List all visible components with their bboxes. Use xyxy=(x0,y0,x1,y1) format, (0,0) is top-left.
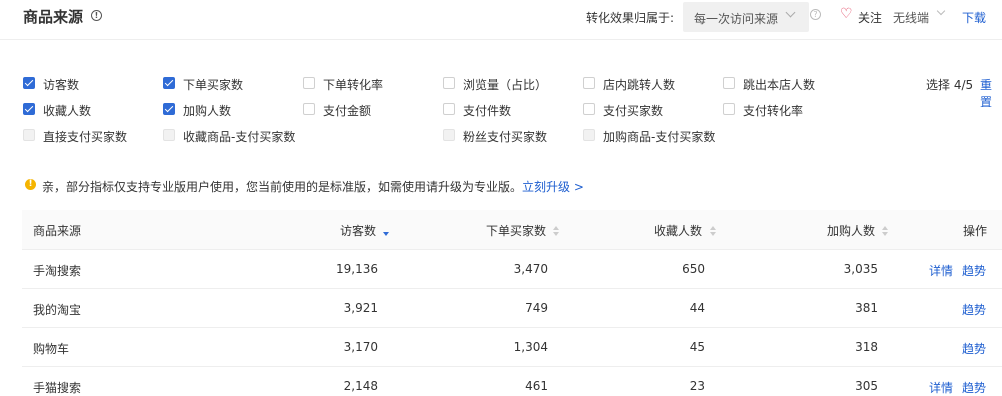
checkbox-icon[interactable] xyxy=(443,77,455,89)
trend-link[interactable]: 趋势 xyxy=(962,262,986,279)
metric-label: 加购人数 xyxy=(183,104,232,118)
checkbox-icon[interactable] xyxy=(583,103,595,115)
cell-order-buyers: 461 xyxy=(525,379,548,393)
sort-icon[interactable] xyxy=(710,226,716,236)
metric-label: 下单买家数 xyxy=(183,78,244,92)
cell-cart-adds: 318 xyxy=(855,340,878,354)
table-row: 我的淘宝 3,921 749 44 381 趋势 xyxy=(22,289,1002,328)
upgrade-link[interactable]: 立刻升级 > xyxy=(522,180,584,194)
trend-link[interactable]: 趋势 xyxy=(962,301,986,318)
details-link[interactable]: 详情 xyxy=(929,379,953,396)
cell-visitors: 3,921 xyxy=(343,301,378,315)
table-header: 商品来源 访客数 下单买家数 收藏人数 加购人数 操作 xyxy=(22,210,1002,250)
checkbox-icon[interactable] xyxy=(303,103,315,115)
table-row: 手淘搜索 19,136 3,470 650 3,035 详情 趋势 xyxy=(22,250,1002,289)
checkbox-icon[interactable] xyxy=(163,103,175,115)
checkbox-icon xyxy=(443,129,455,141)
info-icon[interactable]: ! xyxy=(91,10,102,21)
warning-icon: ! xyxy=(25,179,36,190)
cell-visitors: 19,136 xyxy=(336,262,378,276)
chevron-down-icon xyxy=(936,6,946,16)
metric-label: 加购商品-支付买家数 xyxy=(603,130,716,144)
checkbox-icon[interactable] xyxy=(723,77,735,89)
metric-label: 支付转化率 xyxy=(743,104,804,118)
trend-link[interactable]: 趋势 xyxy=(962,379,986,396)
column-header-source: 商品来源 xyxy=(33,224,82,238)
cell-favorites: 650 xyxy=(682,262,705,276)
cell-visitors: 3,170 xyxy=(343,340,378,354)
cell-favorites: 44 xyxy=(689,301,705,315)
cell-source: 手猫搜索 xyxy=(33,381,82,395)
checkbox-icon[interactable] xyxy=(163,77,175,89)
details-link[interactable]: 详情 xyxy=(929,262,953,279)
checkbox-icon[interactable] xyxy=(23,77,35,89)
notice-text: 亲，部分指标仅支持专业版用户使用，您当前使用的是标准版，如需使用请升级为专业版。 xyxy=(42,180,523,194)
attribution-select[interactable]: 每一次访问来源 xyxy=(683,2,809,32)
follow-button[interactable]: 关注 xyxy=(858,9,882,26)
checkbox-icon[interactable] xyxy=(23,103,35,115)
cell-order-buyers: 1,304 xyxy=(513,340,548,354)
checkbox-icon xyxy=(583,129,595,141)
metric-label: 收藏商品-支付买家数 xyxy=(183,130,296,144)
metric-label: 收藏人数 xyxy=(43,104,92,118)
page-title: 商品来源 xyxy=(23,8,84,26)
column-header-order-buyers[interactable]: 下单买家数 xyxy=(486,222,546,239)
checkbox-icon[interactable] xyxy=(443,103,455,115)
column-header-visitors[interactable]: 访客数 xyxy=(340,222,376,239)
sort-icon[interactable] xyxy=(553,226,559,236)
metric-label: 支付金额 xyxy=(323,104,372,118)
table-row: 购物车 3,170 1,304 45 318 趋势 xyxy=(22,328,1002,367)
sort-icon[interactable] xyxy=(882,226,888,236)
metric-label: 支付买家数 xyxy=(603,104,664,118)
column-header-cart-adds[interactable]: 加购人数 xyxy=(827,222,875,239)
cell-order-buyers: 3,470 xyxy=(513,262,548,276)
upgrade-notice: 亲，部分指标仅支持专业版用户使用，您当前使用的是标准版，如需使用请升级为专业版。… xyxy=(42,178,584,195)
attribution-label: 转化效果归属于: xyxy=(586,11,675,25)
metric-label: 跳出本店人数 xyxy=(743,78,816,92)
chevron-down-icon xyxy=(785,7,796,18)
cell-order-buyers: 749 xyxy=(525,301,548,315)
cell-source: 我的淘宝 xyxy=(33,303,82,317)
checkbox-icon xyxy=(163,129,175,141)
cell-cart-adds: 3,035 xyxy=(843,262,878,276)
cell-visitors: 2,148 xyxy=(343,379,378,393)
sort-desc-icon[interactable] xyxy=(383,226,389,236)
help-icon[interactable]: ? xyxy=(810,9,821,20)
download-button[interactable]: 下载 xyxy=(962,9,986,26)
heart-icon[interactable]: ♡ xyxy=(840,6,853,22)
metric-label: 店内跳转人数 xyxy=(603,78,676,92)
table-row: 手猫搜索 2,148 461 23 305 详情 趋势 xyxy=(22,367,1002,396)
checkbox-icon[interactable] xyxy=(723,103,735,115)
column-header-actions: 操作 xyxy=(963,224,988,238)
metric-label: 直接支付买家数 xyxy=(43,130,128,144)
cell-cart-adds: 381 xyxy=(855,301,878,315)
reset-button[interactable]: 重置 xyxy=(980,76,1002,110)
cell-source: 购物车 xyxy=(33,342,70,356)
selection-count: 选择 4/5 xyxy=(926,78,974,92)
page-header: 商品来源 ! 转化效果归属于: 每一次访问来源 ? ♡ 关注 无线端 下载 xyxy=(0,0,1002,40)
checkbox-icon[interactable] xyxy=(583,77,595,89)
metric-label: 访客数 xyxy=(43,78,80,92)
trend-link[interactable]: 趋势 xyxy=(962,340,986,357)
column-header-favorites[interactable]: 收藏人数 xyxy=(654,222,702,239)
metric-label: 下单转化率 xyxy=(323,78,384,92)
metric-label: 粉丝支付买家数 xyxy=(463,130,548,144)
checkbox-icon[interactable] xyxy=(303,77,315,89)
cell-cart-adds: 305 xyxy=(855,379,878,393)
metric-label: 浏览量（占比） xyxy=(463,78,548,92)
checkbox-icon xyxy=(23,129,35,141)
cell-favorites: 23 xyxy=(689,379,705,393)
attribution-select-value: 每一次访问来源 xyxy=(694,12,779,26)
cell-source: 手淘搜索 xyxy=(33,264,82,278)
device-select[interactable]: 无线端 xyxy=(893,9,929,26)
cell-favorites: 45 xyxy=(689,340,705,354)
metric-label: 支付件数 xyxy=(463,104,512,118)
